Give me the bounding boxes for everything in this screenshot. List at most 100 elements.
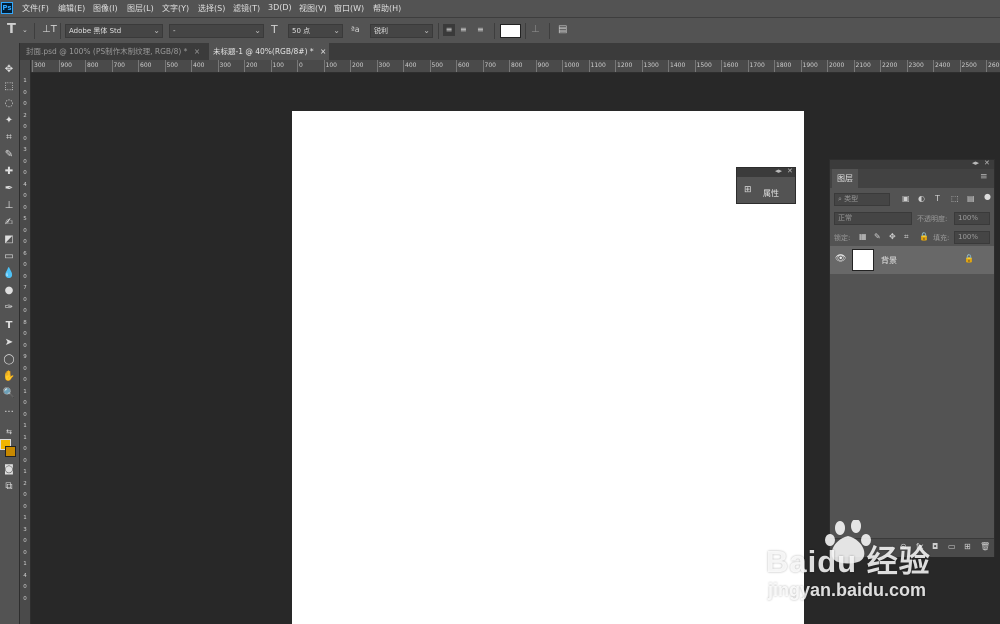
tab-untitled-1[interactable]: 未标题-1 @ 40%(RGB/8#) * ×: [209, 43, 329, 60]
blend-mode-select[interactable]: 正常: [834, 212, 912, 225]
clone-stamp-tool-icon[interactable]: ⊥: [0, 199, 18, 213]
eraser-tool-icon[interactable]: ◩: [0, 233, 18, 247]
marquee-tool-icon[interactable]: ⬚: [0, 80, 18, 94]
menu-file[interactable]: 文件(F): [22, 3, 49, 14]
panel-menu-icon[interactable]: ≡: [980, 172, 988, 182]
ruler-label: 300: [34, 62, 46, 69]
text-orientation-icon[interactable]: ⊥T: [42, 24, 57, 36]
ruler-label: 1: [23, 561, 27, 567]
align-center-icon[interactable]: ≡: [460, 24, 467, 36]
layer-row[interactable]: 👁 背景 🔒: [830, 246, 994, 274]
lock-position-icon[interactable]: ✥: [889, 232, 896, 241]
layer-thumbnail: [852, 249, 874, 271]
collapse-icon[interactable]: ◂▸: [775, 167, 782, 175]
menu-type[interactable]: 文字(Y): [162, 3, 189, 14]
dodge-tool-icon[interactable]: ●: [0, 284, 18, 298]
ruler-tick: [615, 60, 616, 72]
align-right-icon[interactable]: ≡: [477, 24, 484, 36]
ruler-label: 2100: [855, 62, 871, 69]
font-size-select[interactable]: 50 点 ⌄: [288, 24, 343, 38]
filter-shape-icon[interactable]: ⬚: [951, 194, 959, 203]
menu-window[interactable]: 窗口(W): [334, 3, 364, 14]
font-style-select[interactable]: - ⌄: [169, 24, 264, 38]
background-color-swatch[interactable]: [5, 446, 16, 457]
screen-mode-icon[interactable]: ⧉: [0, 480, 18, 494]
path-selection-tool-icon[interactable]: ➤: [0, 336, 18, 350]
magic-wand-tool-icon[interactable]: ✦: [0, 114, 18, 128]
panel-header[interactable]: ◂▸ ✕: [737, 167, 795, 177]
ruler-label: 0: [23, 204, 27, 211]
character-panel-icon[interactable]: ▤: [558, 24, 567, 36]
move-tool-icon[interactable]: ✥: [0, 63, 18, 77]
warp-text-icon[interactable]: ⊥: [531, 24, 540, 36]
brush-tool-icon[interactable]: ✒: [0, 182, 18, 196]
text-color-swatch[interactable]: [500, 24, 521, 38]
close-icon[interactable]: ×: [194, 47, 200, 56]
tab-cover-psd[interactable]: 封面.psd @ 100% (PS制作木制纹理, RGB/8) * ×: [22, 43, 208, 60]
properties-icon[interactable]: ⊞: [744, 185, 752, 195]
ruler-tick: [880, 60, 881, 72]
menu-image[interactable]: 图像(I): [93, 3, 118, 14]
ellipse-tool-icon[interactable]: ◯: [0, 353, 18, 367]
menu-filter[interactable]: 滤镜(T): [233, 3, 260, 14]
ruler-label: 1000: [564, 62, 580, 69]
swap-colors-icon[interactable]: ⇆: [0, 425, 18, 439]
vertical-ruler[interactable]: 1 0 0 2 0 0 3 0 0 4 0 0 5 0 0 6 0 0 7 0 0 8 0 0 9 0 0 1 0 0 1 1 0 0 1 2 0 0 1 3…: [20, 60, 31, 624]
ruler-label: 0: [23, 595, 27, 602]
opacity-field[interactable]: 100%: [954, 212, 990, 225]
align-left-icon[interactable]: ≡: [443, 24, 455, 36]
lock-artboard-icon[interactable]: ⌗: [904, 232, 909, 242]
panel-header[interactable]: ◂▸ ✕: [830, 159, 994, 169]
fill-field[interactable]: 100%: [954, 231, 990, 244]
lock-image-icon[interactable]: ✎: [874, 232, 881, 241]
type-tool-icon[interactable]: T: [7, 23, 16, 36]
filter-pixel-icon[interactable]: ▣: [902, 194, 910, 203]
tab-layers[interactable]: 图层: [832, 169, 858, 188]
menu-select[interactable]: 选择(S): [198, 3, 225, 14]
ruler-tick: [641, 60, 643, 72]
collapse-icon[interactable]: ◂▸: [972, 159, 979, 167]
ruler-origin[interactable]: [20, 60, 30, 72]
properties-label[interactable]: 属性: [763, 188, 779, 199]
document-canvas[interactable]: [292, 111, 804, 624]
layer-filter-select[interactable]: ⌕ 类型: [834, 193, 890, 206]
lasso-tool-icon[interactable]: ◌: [0, 97, 18, 111]
ruler-tick: [323, 60, 325, 72]
more-tools-icon[interactable]: ···: [0, 406, 18, 420]
ruler-label: 5: [23, 216, 27, 222]
layer-name[interactable]: 背景: [881, 255, 897, 266]
close-icon[interactable]: ×: [320, 47, 326, 56]
menu-layer[interactable]: 图层(L): [127, 3, 154, 14]
font-family-select[interactable]: Adobe 黑体 Std ⌄: [65, 24, 163, 38]
close-icon[interactable]: ✕: [984, 159, 990, 167]
filter-adjustment-icon[interactable]: ◐: [918, 194, 925, 203]
type-tool-icon[interactable]: T: [0, 319, 18, 333]
eyedropper-tool-icon[interactable]: ✎: [0, 148, 18, 162]
gradient-tool-icon[interactable]: ▭: [0, 250, 18, 264]
zoom-tool-icon[interactable]: 🔍: [0, 387, 18, 401]
history-brush-tool-icon[interactable]: ✍: [0, 216, 18, 230]
menu-3d[interactable]: 3D(D): [268, 3, 292, 12]
opacity-value: 100%: [958, 214, 979, 222]
lock-all-icon[interactable]: 🔒: [919, 232, 929, 241]
menu-view[interactable]: 视图(V): [299, 3, 327, 14]
blur-tool-icon[interactable]: 💧: [0, 267, 18, 281]
ruler-tick: [270, 60, 272, 72]
hand-tool-icon[interactable]: ✋: [0, 370, 18, 384]
menu-help[interactable]: 帮助(H): [373, 3, 401, 14]
filter-toggle-icon[interactable]: ●: [984, 192, 991, 201]
close-icon[interactable]: ✕: [787, 167, 793, 175]
ruler-label: 0: [23, 296, 27, 303]
antialias-select[interactable]: 锐利 ⌄: [370, 24, 433, 38]
horizontal-ruler[interactable]: 300 900 800 700 600 500 400 300 200 100 0 100 200 300…: [30, 60, 1000, 73]
eye-icon[interactable]: 👁: [835, 254, 846, 264]
healing-brush-tool-icon[interactable]: ✚: [0, 165, 18, 179]
menu-edit[interactable]: 编辑(E): [58, 3, 85, 14]
filter-type-icon[interactable]: T: [935, 194, 940, 203]
tool-preset-dropdown-icon[interactable]: ⌄: [22, 24, 28, 36]
crop-tool-icon[interactable]: ⌗: [0, 131, 18, 145]
quick-mask-icon[interactable]: ◙: [0, 463, 18, 477]
lock-transparent-icon[interactable]: ▦: [859, 232, 867, 241]
filter-smart-object-icon[interactable]: ▤: [967, 194, 975, 203]
pen-tool-icon[interactable]: ✑: [0, 301, 18, 315]
